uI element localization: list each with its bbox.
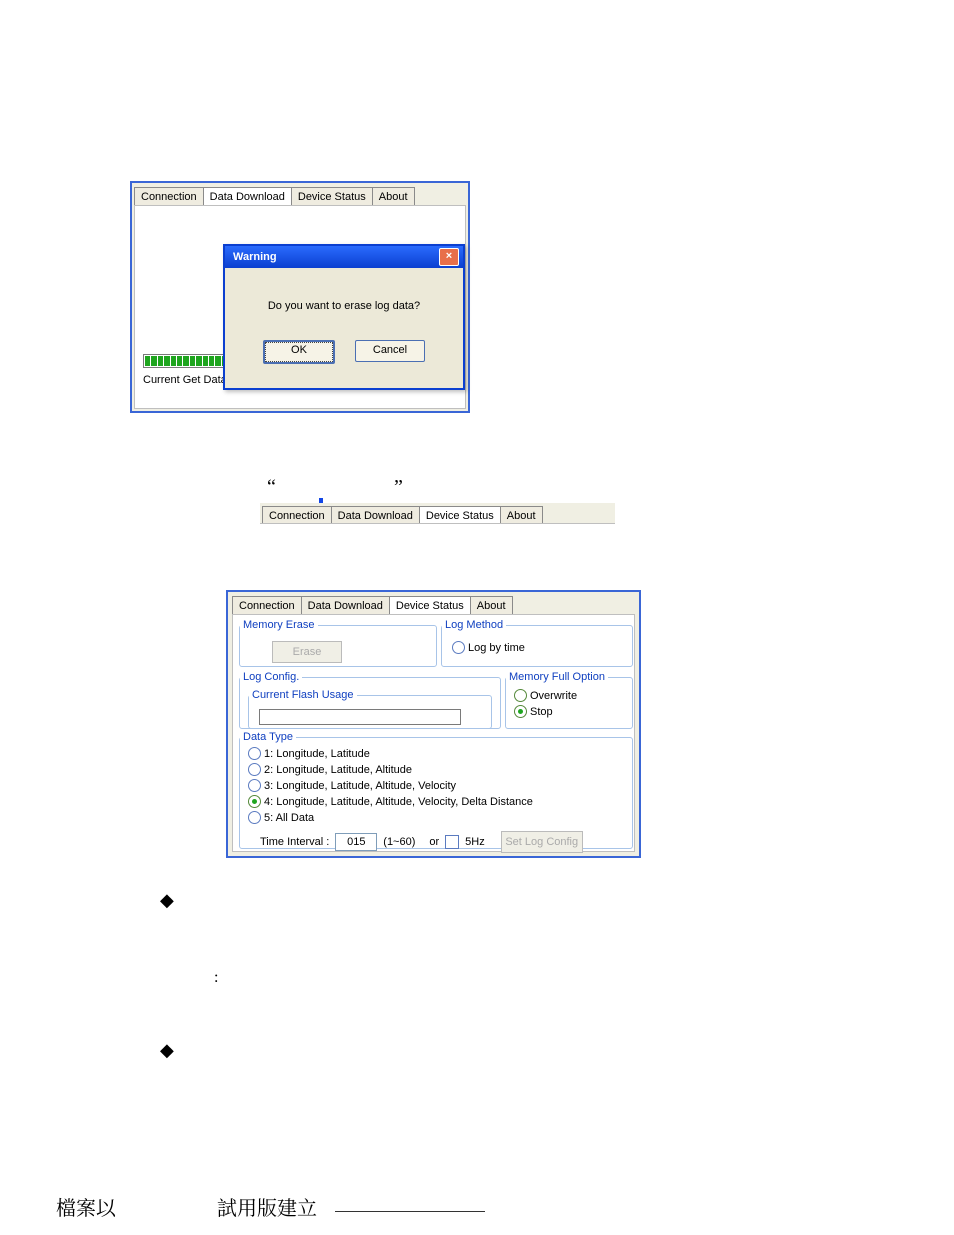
- device-status-window: Connection Data Download Device Status A…: [226, 590, 641, 858]
- datatype-option-1: 1: Longitude, Latitude: [264, 748, 370, 760]
- five-hz-checkbox[interactable]: [445, 835, 459, 849]
- data-download-window: Connection Data Download Device Status A…: [130, 181, 470, 413]
- time-interval-label: Time Interval :: [260, 836, 329, 848]
- tab-connection[interactable]: Connection: [134, 187, 204, 207]
- tab-about[interactable]: About: [372, 187, 415, 207]
- radio-icon[interactable]: [248, 747, 261, 760]
- cancel-button[interactable]: Cancel: [355, 340, 425, 362]
- radio-icon[interactable]: [514, 689, 527, 702]
- tab-row: Connection Data Download Device Status A…: [134, 187, 414, 207]
- quote-mark-left: “: [267, 476, 276, 499]
- memory-erase-group: Memory Erase Erase: [239, 619, 437, 667]
- five-hz-label: 5Hz: [465, 836, 485, 848]
- tab-body: Memory Erase Erase Log Method Log by tim…: [232, 614, 635, 852]
- diamond-bullet-icon: ◆: [160, 1040, 174, 1061]
- erase-button[interactable]: Erase: [272, 641, 342, 663]
- progress-bar: [143, 354, 229, 368]
- close-icon[interactable]: ×: [439, 248, 459, 266]
- memory-full-option-legend: Memory Full Option: [506, 671, 608, 683]
- warning-dialog: Warning × Do you want to erase log data?…: [223, 244, 465, 390]
- radio-icon[interactable]: [452, 641, 465, 654]
- log-method-group: Log Method Log by time: [441, 619, 633, 667]
- time-interval-input[interactable]: 015: [335, 833, 377, 851]
- tab-connection[interactable]: Connection: [232, 596, 302, 616]
- quote-mark-right: ”: [394, 476, 403, 499]
- diamond-bullet-icon: ◆: [160, 890, 174, 911]
- flash-usage-bar: [259, 709, 461, 725]
- data-type-group: Data Type 1: Longitude, Latitude 2: Long…: [239, 731, 633, 849]
- ok-button[interactable]: OK: [263, 340, 335, 364]
- overwrite-label: Overwrite: [530, 690, 577, 702]
- dialog-titlebar[interactable]: Warning ×: [225, 246, 463, 268]
- radio-icon[interactable]: [248, 779, 261, 792]
- log-method-legend: Log Method: [442, 619, 506, 631]
- footer-text-left: 檔案以: [56, 1192, 116, 1221]
- tab-row: Connection Data Download Device Status A…: [232, 596, 512, 616]
- time-range-label: (1~60): [383, 836, 415, 848]
- memory-full-option-group: Memory Full Option Overwrite Stop: [505, 671, 633, 729]
- radio-icon[interactable]: [248, 811, 261, 824]
- current-get-data-label: Current Get Data:: [143, 374, 230, 386]
- footer-text-mid: 試用版建立: [217, 1192, 317, 1221]
- datatype-option-4: 4: Longitude, Latitude, Altitude, Veloci…: [264, 796, 533, 808]
- colon-icon: :: [214, 969, 218, 987]
- set-log-config-button[interactable]: Set Log Config: [501, 831, 583, 853]
- tab-body: Current Get Data: Warning × Do you want …: [134, 205, 466, 409]
- tab-about[interactable]: About: [470, 596, 513, 616]
- tab-data-download[interactable]: Data Download: [203, 187, 292, 207]
- tab-data-download[interactable]: Data Download: [301, 596, 390, 616]
- radio-icon[interactable]: [514, 705, 527, 718]
- datatype-option-5: 5: All Data: [264, 812, 314, 824]
- datatype-option-2: 2: Longitude, Latitude, Altitude: [264, 764, 412, 776]
- memory-erase-legend: Memory Erase: [240, 619, 318, 631]
- radio-icon[interactable]: [248, 763, 261, 776]
- mid-tab-strip: Connection Data Download Device Status A…: [260, 503, 615, 526]
- current-flash-usage-legend: Current Flash Usage: [249, 689, 357, 701]
- or-label: or: [429, 836, 439, 848]
- tab-device-status[interactable]: Device Status: [291, 187, 373, 207]
- current-flash-usage-group: Current Flash Usage: [248, 689, 492, 729]
- dialog-message: Do you want to erase log data?: [268, 300, 420, 312]
- stop-label: Stop: [530, 706, 553, 718]
- data-type-legend: Data Type: [240, 731, 296, 743]
- log-config-legend: Log Config.: [240, 671, 302, 683]
- tab-device-status[interactable]: Device Status: [389, 596, 471, 616]
- log-config-group: Log Config. Current Flash Usage: [239, 671, 501, 729]
- datatype-option-3: 3: Longitude, Latitude, Altitude, Veloci…: [264, 780, 456, 792]
- radio-icon[interactable]: [248, 795, 261, 808]
- log-by-time-label: Log by time: [468, 642, 525, 654]
- footer-underline: [335, 1211, 485, 1212]
- dialog-title: Warning: [229, 251, 277, 263]
